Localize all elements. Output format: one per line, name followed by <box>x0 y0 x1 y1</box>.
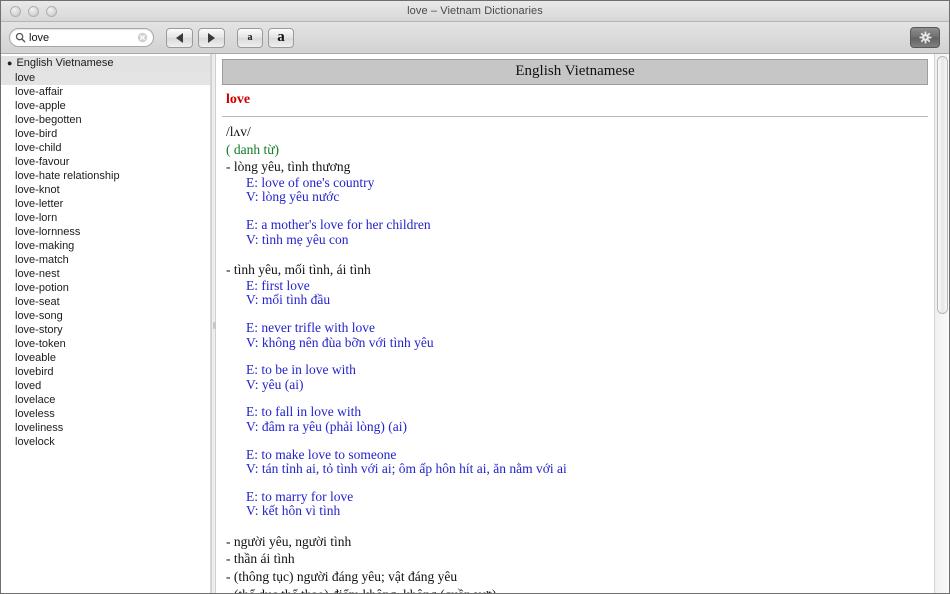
example-english: E: a mother's love for her children <box>246 216 431 232</box>
example-vietnamese: V: tình mẹ yêu con <box>246 231 349 247</box>
forward-button[interactable] <box>198 27 225 48</box>
word-list-item[interactable]: love-bird <box>1 127 210 141</box>
search-icon <box>15 32 26 43</box>
sense-definition: - tình yêu, mối tình, ái tình <box>226 262 371 278</box>
example-vietnamese: V: đâm ra yêu (phải lòng) (ai) <box>246 418 407 434</box>
word-list-item[interactable]: love-lornness <box>1 225 210 239</box>
word-list-item[interactable]: love-begotten <box>1 113 210 127</box>
divider <box>222 116 928 117</box>
word-list-item[interactable]: love-nest <box>1 267 210 281</box>
word-list-item[interactable]: loveable <box>1 351 210 365</box>
search-field[interactable]: love <box>9 28 154 47</box>
word-list-item[interactable]: loveless <box>1 407 210 421</box>
toolbar: love a a <box>1 22 949 54</box>
word-list-item[interactable]: love-making <box>1 239 210 253</box>
app-window: love – Vietnam Dictionaries love a a ● E… <box>0 0 950 594</box>
sense-definition: - thần ái tình <box>226 551 295 567</box>
word-list-item[interactable]: love-lorn <box>1 211 210 225</box>
main-body: ● English Vietnamese love love-affair love… <box>1 54 949 593</box>
word-list-sidebar[interactable]: ● English Vietnamese love love-affair love… <box>1 54 211 593</box>
definition-content: English Vietnamese love /lʌv/ ( danh từ)… <box>216 54 934 593</box>
example-english: E: to make love to someone <box>246 446 397 462</box>
word-list-item[interactable]: lovelace <box>1 393 210 407</box>
word-list-item[interactable]: love-token <box>1 337 210 351</box>
word-list-item[interactable]: lovelock <box>1 435 210 449</box>
window-title: love – Vietnam Dictionaries <box>407 5 543 17</box>
font-larger-label: a <box>277 29 285 45</box>
part-of-speech: ( danh từ) <box>226 141 280 157</box>
example-english: E: love of one's country <box>246 174 375 190</box>
word-list-item[interactable]: love-hate relationship <box>1 169 210 183</box>
word-list-item[interactable]: love-affair <box>1 85 210 99</box>
font-size-buttons: a a <box>237 27 294 48</box>
chevron-right-icon <box>208 32 215 43</box>
word-list-item[interactable]: love-knot <box>1 183 210 197</box>
example-vietnamese: V: không nên đùa bỡn với tình yêu <box>246 334 434 350</box>
example-vietnamese: V: tán tỉnh ai, tỏ tình với ai; ôm ấp hô… <box>246 461 567 477</box>
font-smaller-label: a <box>247 32 253 43</box>
example-english: E: to marry for love <box>246 488 354 504</box>
word-list-item[interactable]: love-letter <box>1 197 210 211</box>
word-list-item[interactable]: love-favour <box>1 155 210 169</box>
navigation-buttons <box>166 27 225 48</box>
word-list-item[interactable]: love-match <box>1 253 210 267</box>
entry-body: /lʌv/ ( danh từ) - lòng yêu, tình thương… <box>222 124 928 593</box>
back-button[interactable] <box>166 27 193 48</box>
example-english: E: first love <box>246 277 310 293</box>
font-larger-button[interactable]: a <box>268 27 294 48</box>
search-input[interactable]: love <box>29 32 137 44</box>
definition-pane: English Vietnamese love /lʌv/ ( danh từ)… <box>216 54 949 593</box>
pane-splitter[interactable] <box>211 54 216 593</box>
pronunciation: /lʌv/ <box>226 124 251 139</box>
word-list-item[interactable]: loveliness <box>1 421 210 435</box>
example-vietnamese: V: lòng yêu nước <box>246 189 340 205</box>
word-list-item[interactable]: love-child <box>1 141 210 155</box>
headword: love <box>226 92 251 107</box>
sidebar-dictionary-header[interactable]: ● English Vietnamese <box>1 56 210 71</box>
example-vietnamese: V: kết hôn vì tình <box>246 503 341 519</box>
word-list-item[interactable]: love-potion <box>1 281 210 295</box>
example-english: E: never trifle with love <box>246 319 375 335</box>
sense-list: - lòng yêu, tình thương E: love of one's … <box>226 160 928 593</box>
title-bar: love – Vietnam Dictionaries <box>1 1 949 22</box>
clear-icon[interactable] <box>137 32 148 43</box>
example-english: E: to fall in love with <box>246 404 362 420</box>
sense-definition: - (thể dục,thể thao) điểm không, không (… <box>226 587 928 593</box>
sidebar-header-label: English Vietnamese <box>16 57 114 69</box>
chevron-left-icon <box>176 32 183 43</box>
word-list-item[interactable]: love-story <box>1 323 210 337</box>
vertical-scrollbar[interactable] <box>934 54 949 593</box>
splitter-grip[interactable] <box>213 322 216 329</box>
word-list-item[interactable]: loved <box>1 379 210 393</box>
word-list-item[interactable]: love <box>1 71 210 85</box>
bullet-icon: ● <box>7 58 13 68</box>
sense-definition: - (thông tục) người đáng yêu; vật đáng y… <box>226 569 458 585</box>
word-list: love love-affair love-apple love-begotten lo… <box>1 71 210 449</box>
example-vietnamese: V: mối tình đầu <box>246 292 331 308</box>
sense-definition: - lòng yêu, tình thương <box>226 159 351 175</box>
dictionary-title-bar: English Vietnamese <box>222 59 928 85</box>
scrollbar-thumb[interactable] <box>937 56 948 314</box>
example-vietnamese: V: yêu (ai) <box>246 376 304 392</box>
word-list-item[interactable]: love-song <box>1 309 210 323</box>
font-smaller-button[interactable]: a <box>237 27 263 48</box>
sense-definition: - người yêu, người tình <box>226 533 352 549</box>
word-list-item[interactable]: lovebird <box>1 365 210 379</box>
word-list-item[interactable]: love-apple <box>1 99 210 113</box>
gear-icon <box>918 31 932 44</box>
settings-button[interactable] <box>910 27 940 48</box>
word-list-item[interactable]: love-seat <box>1 295 210 309</box>
example-english: E: to be in love with <box>246 362 356 378</box>
